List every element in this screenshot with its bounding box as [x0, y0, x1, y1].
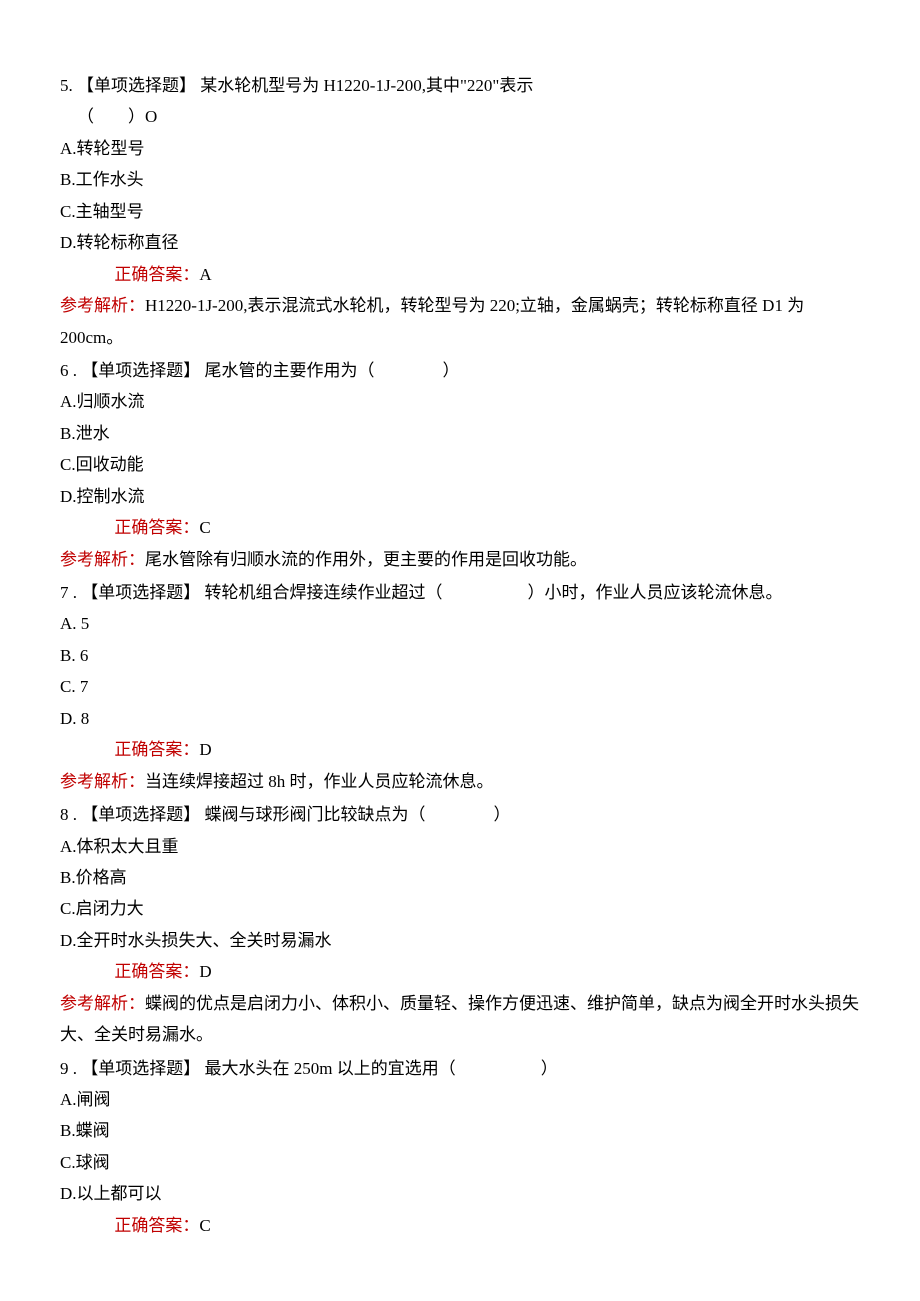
question-9: 9 . 【单项选择题】 最大水头在 250m 以上的宜选用（ ） A.闸阀 B.…	[60, 1053, 860, 1242]
question-tag: 【单项选择题】	[81, 361, 200, 380]
explain-text: H1220-1J-200,表示混流式水轮机，转轮型号为 220;立轴，金属蜗壳；…	[60, 296, 804, 346]
answer-line: 正确答案：C	[60, 1210, 860, 1241]
question-tag: 【单项选择题】	[81, 583, 200, 602]
question-number: 5.	[60, 76, 73, 95]
option-a: A.闸阀	[60, 1084, 860, 1115]
question-number: 8 .	[60, 805, 77, 824]
question-text: 蝶阀与球形阀门比较缺点为（ ）	[205, 805, 511, 824]
question-tag: 【单项选择题】	[81, 805, 200, 824]
option-c: C.启闭力大	[60, 893, 860, 924]
question-stem: 6 . 【单项选择题】 尾水管的主要作用为（ ）	[60, 355, 860, 386]
explain-label: 参考解析：	[60, 296, 145, 315]
option-b: B.工作水头	[60, 164, 860, 195]
question-text-line2: （ ）O	[60, 101, 860, 132]
option-c: C.主轴型号	[60, 196, 860, 227]
option-a: A.转轮型号	[60, 133, 860, 164]
option-d: D.转轮标称直径	[60, 227, 860, 258]
option-d: D.全开时水头损失大、全关时易漏水	[60, 925, 860, 956]
answer-label: 正确答案：	[114, 1216, 199, 1235]
question-5: 5. 【单项选择题】 某水轮机型号为 H1220-1J-200,其中"220"表…	[60, 70, 860, 353]
explain-text: 当连续焊接超过 8h 时，作业人员应轮流休息。	[145, 772, 494, 791]
explain-label: 参考解析：	[60, 550, 145, 569]
answer-line: 正确答案：D	[60, 734, 860, 765]
question-text: 某水轮机型号为 H1220-1J-200,其中"220"表示	[200, 76, 533, 95]
answer-line: 正确答案：C	[60, 512, 860, 543]
question-number: 9 .	[60, 1059, 77, 1078]
answer-value: D	[199, 962, 211, 981]
explain-label: 参考解析：	[60, 994, 145, 1013]
option-c: C.回收动能	[60, 449, 860, 480]
answer-label: 正确答案：	[114, 740, 199, 759]
option-b: B.价格高	[60, 862, 860, 893]
question-tag: 【单项选择题】	[77, 76, 196, 95]
option-a: A.归顺水流	[60, 386, 860, 417]
option-d: D.以上都可以	[60, 1178, 860, 1209]
option-d: D.控制水流	[60, 481, 860, 512]
question-6: 6 . 【单项选择题】 尾水管的主要作用为（ ） A.归顺水流 B.泄水 C.回…	[60, 355, 860, 575]
question-text: 最大水头在 250m 以上的宜选用（ ）	[205, 1059, 558, 1078]
option-c: C. 7	[60, 671, 860, 702]
option-b: B.蝶阀	[60, 1115, 860, 1146]
option-b: B. 6	[60, 640, 860, 671]
explain-text: 蝶阀的优点是启闭力小、体积小、质量轻、操作方便迅速、维护简单，缺点为阀全开时水头…	[60, 994, 859, 1044]
question-stem: 8 . 【单项选择题】 蝶阀与球形阀门比较缺点为（ ）	[60, 799, 860, 830]
question-stem: 7 . 【单项选择题】 转轮机组合焊接连续作业超过（ ）小时，作业人员应该轮流休…	[60, 577, 860, 608]
explain-line: 参考解析：尾水管除有归顺水流的作用外，更主要的作用是回收功能。	[60, 544, 860, 575]
question-7: 7 . 【单项选择题】 转轮机组合焊接连续作业超过（ ）小时，作业人员应该轮流休…	[60, 577, 860, 797]
answer-label: 正确答案：	[114, 518, 199, 537]
answer-value: D	[199, 740, 211, 759]
answer-line: 正确答案：D	[60, 956, 860, 987]
explain-line: 参考解析：当连续焊接超过 8h 时，作业人员应轮流休息。	[60, 766, 860, 797]
explain-line: 参考解析：H1220-1J-200,表示混流式水轮机，转轮型号为 220;立轴，…	[60, 290, 860, 353]
answer-value: C	[199, 518, 210, 537]
answer-line: 正确答案：A	[60, 259, 860, 290]
question-tag: 【单项选择题】	[81, 1059, 200, 1078]
question-number: 6 .	[60, 361, 77, 380]
explain-text: 尾水管除有归顺水流的作用外，更主要的作用是回收功能。	[145, 550, 587, 569]
question-stem: 5. 【单项选择题】 某水轮机型号为 H1220-1J-200,其中"220"表…	[60, 70, 860, 101]
answer-value: C	[199, 1216, 210, 1235]
answer-value: A	[199, 265, 211, 284]
option-a: A.体积太大且重	[60, 831, 860, 862]
option-c: C.球阀	[60, 1147, 860, 1178]
option-b: B.泄水	[60, 418, 860, 449]
question-stem: 9 . 【单项选择题】 最大水头在 250m 以上的宜选用（ ）	[60, 1053, 860, 1084]
option-d: D. 8	[60, 703, 860, 734]
answer-label: 正确答案：	[114, 265, 199, 284]
question-text: 转轮机组合焊接连续作业超过（ ）小时，作业人员应该轮流休息。	[205, 583, 783, 602]
question-text: 尾水管的主要作用为（ ）	[205, 361, 460, 380]
question-number: 7 .	[60, 583, 77, 602]
explain-line: 参考解析：蝶阀的优点是启闭力小、体积小、质量轻、操作方便迅速、维护简单，缺点为阀…	[60, 988, 860, 1051]
question-8: 8 . 【单项选择题】 蝶阀与球形阀门比较缺点为（ ） A.体积太大且重 B.价…	[60, 799, 860, 1051]
answer-label: 正确答案：	[114, 962, 199, 981]
option-a: A. 5	[60, 608, 860, 639]
explain-label: 参考解析：	[60, 772, 145, 791]
